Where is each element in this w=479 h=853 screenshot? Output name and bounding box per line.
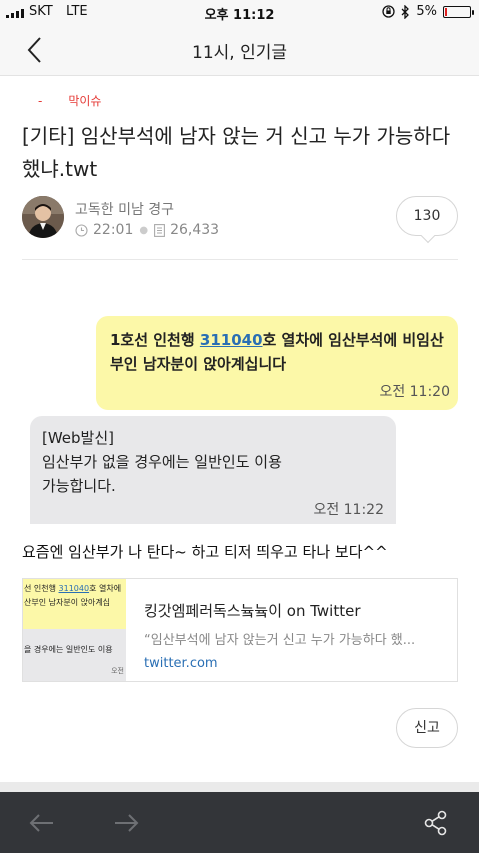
- message-time: 오전 11:20: [379, 384, 450, 400]
- view-count: 26,433: [170, 222, 220, 238]
- author-name[interactable]: 고독한 미남 경구: [75, 199, 174, 219]
- thumb-sent: 선 인천행 311040호 열차에 산부인 남자분이 앉아계십: [23, 579, 126, 629]
- share-icon[interactable]: [421, 808, 451, 838]
- link-title: 킹갓엠페러독스늌늌이 on Twitter: [144, 602, 361, 620]
- thumb-number: 311040: [58, 584, 90, 593]
- battery-fill: [445, 7, 447, 16]
- message-time: 오전 11:22: [313, 502, 384, 518]
- message-line: 임산부가 없을 경우에는 일반인도 이용: [42, 453, 282, 471]
- arrow-right-icon[interactable]: [111, 808, 141, 838]
- thumb-time: 오전: [111, 667, 124, 675]
- rotation-lock-icon: [382, 5, 396, 18]
- status-bar: SKT LTE 오후 11:12 5%: [0, 0, 479, 24]
- link-description: “임산부석에 남자 앉는거 신고 누가 가능하다 했...: [144, 633, 416, 648]
- thumb-text: 호 열차에: [89, 584, 122, 593]
- message-bubble-received: [Web발신] 임산부가 없을 경우에는 일반인도 이용 가능합니다. 오전 1…: [30, 416, 396, 524]
- report-button[interactable]: 신고: [396, 708, 458, 748]
- train-number: 311040: [199, 331, 263, 349]
- link-url: twitter.com: [144, 656, 218, 671]
- battery-icon: [443, 5, 474, 18]
- post-meta: 22:01 ● 26,433: [75, 222, 219, 238]
- post-time: 22:01: [93, 222, 134, 238]
- post-image: 1호선 인천행 311040호 열차에 임산부석에 비임산부인 남자분이 앉아계…: [22, 298, 458, 524]
- category-dash: -: [38, 94, 43, 108]
- link-info: 킹갓엠페러독스늌늌이 on Twitter “임산부석에 남자 앉는거 신고 누…: [144, 579, 447, 671]
- message-text: 1호선 인천행: [110, 331, 200, 349]
- arrow-left-icon[interactable]: [27, 808, 57, 838]
- divider: [22, 259, 458, 260]
- post-category[interactable]: - 막이슈: [38, 92, 101, 109]
- page-title: 11시, 인기글: [192, 43, 287, 63]
- clock-icon: [75, 223, 88, 237]
- message-line: [Web발신]: [42, 429, 115, 447]
- thumb-received: 을 경우에는 일반인도 이용 오전: [23, 629, 126, 681]
- bottom-toolbar: [0, 792, 479, 853]
- battery-percent: 5%: [416, 4, 437, 19]
- message-bubble-sent: 1호선 인천행 311040호 열차에 임산부석에 비임산부인 남자분이 앉아계…: [96, 316, 458, 410]
- thumb-text: 산부인 남자분이 앉아계십: [24, 598, 111, 607]
- thumb-text: 을 경우에는 일반인도 이용: [24, 645, 113, 654]
- nav-header: 11시, 인기글: [0, 24, 479, 76]
- link-preview-card[interactable]: 선 인천행 311040호 열차에 산부인 남자분이 앉아계십 을 경우에는 일…: [22, 578, 458, 682]
- bottom-spacer: [0, 782, 479, 792]
- author-row: 고독한 미남 경구 22:01 ● 26,433 130: [22, 196, 458, 246]
- document-icon: [154, 223, 166, 237]
- comment-count-button[interactable]: 130: [396, 196, 458, 236]
- post-title: [기타] 임산부석에 남자 앉는 거 신고 누가 가능하다 했냐.twt: [22, 124, 451, 181]
- bluetooth-icon: [401, 4, 410, 19]
- thumb-text: 선 인천행: [24, 584, 59, 593]
- avatar[interactable]: [22, 196, 64, 238]
- meta-separator: ●: [139, 224, 149, 236]
- category-label: 막이슈: [68, 94, 102, 108]
- message-line: 가능합니다.: [42, 477, 116, 495]
- post-body: 요즘엔 임산부가 나 탄다~ 하고 티저 띄우고 타나 보다^^: [22, 543, 388, 561]
- link-thumbnail: 선 인천행 311040호 열차에 산부인 남자분이 앉아계십 을 경우에는 일…: [23, 579, 126, 681]
